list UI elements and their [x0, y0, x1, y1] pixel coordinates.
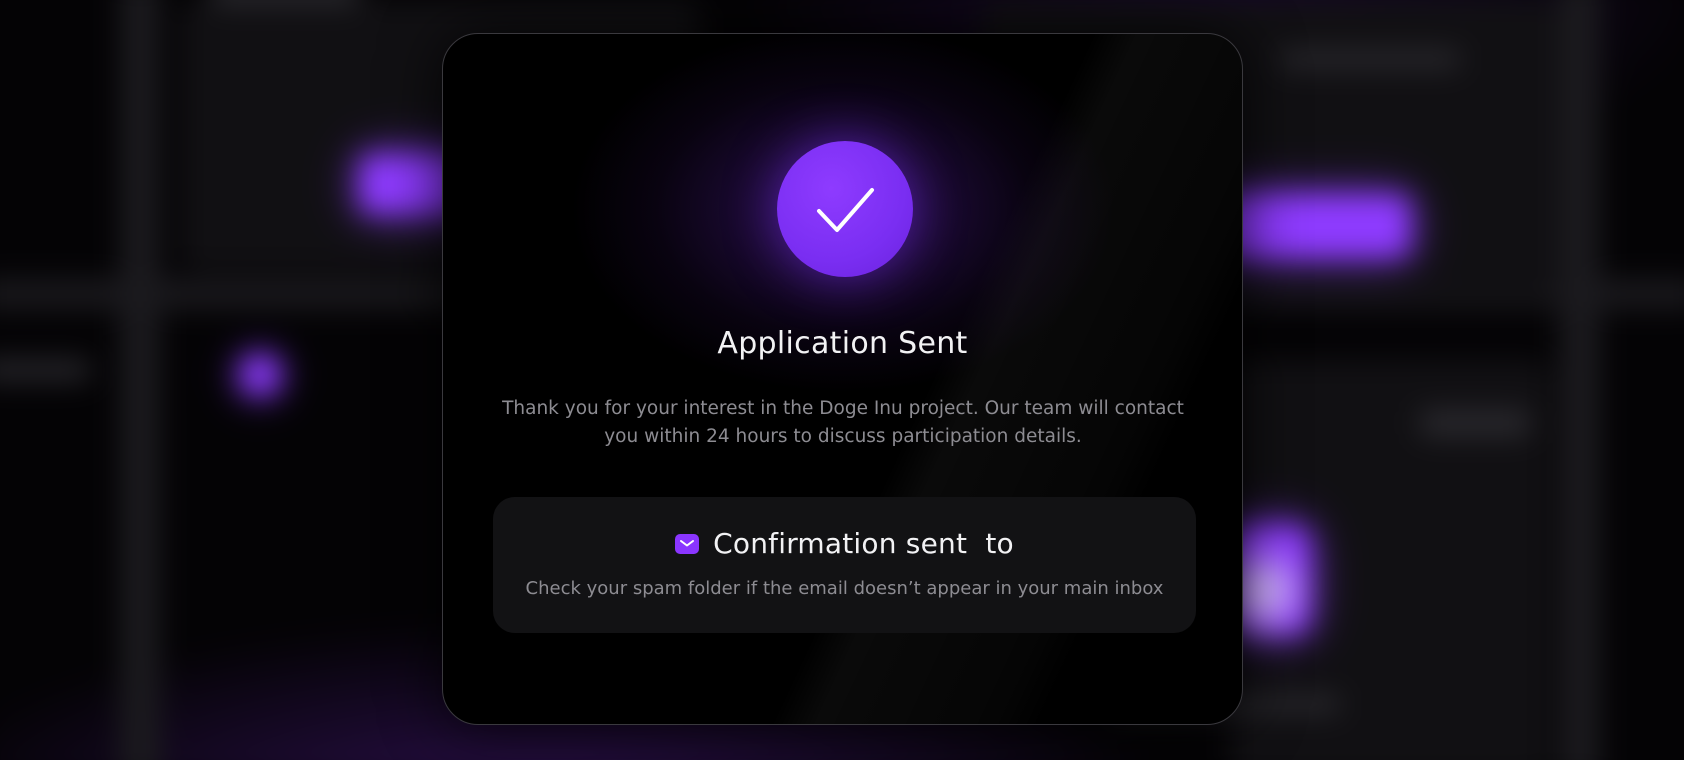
confirmation-header: Confirmation sent to — [493, 527, 1196, 560]
background-text — [0, 360, 90, 380]
confirmation-panel: Confirmation sent to Check your spam fol… — [493, 497, 1196, 633]
modal-title: Application Sent — [717, 326, 968, 361]
background-avatar — [240, 355, 280, 395]
success-badge — [777, 141, 913, 277]
spam-folder-note: Check your spam folder if the email does… — [525, 578, 1164, 599]
background-text — [210, 0, 360, 4]
background-text — [1280, 50, 1460, 68]
check-icon — [817, 188, 874, 232]
modal-description: Thank you for your interest in the Doge … — [502, 398, 1184, 447]
confirmation-title: Confirmation sent to — [713, 527, 1014, 560]
app-stage: Application Sent Thank you for your inte… — [0, 0, 1684, 760]
background-text — [1420, 410, 1530, 436]
background-divider — [1560, 0, 1600, 760]
background-divider — [120, 0, 160, 760]
mail-icon — [675, 533, 700, 554]
application-sent-modal: Application Sent Thank you for your inte… — [442, 33, 1243, 725]
